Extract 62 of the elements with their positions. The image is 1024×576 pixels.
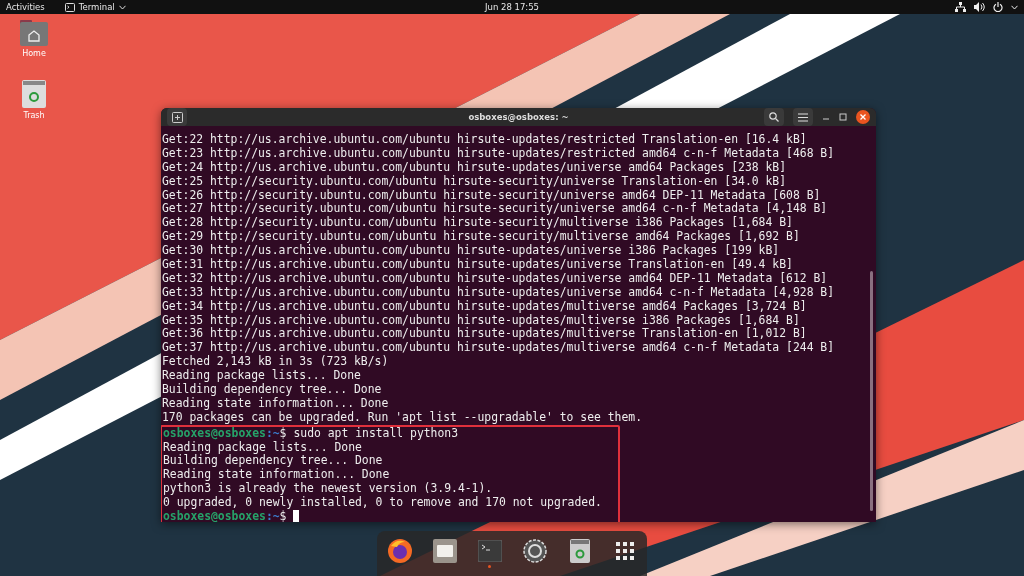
output-line: Get:28 http://security.ubuntu.com/ubuntu hirsute-security/multiverse i386 Packages [1,684 B] <box>162 215 793 230</box>
app-grid-icon[interactable] <box>615 541 634 560</box>
prompt-symbol: $ <box>279 425 287 440</box>
terminal-icon[interactable] <box>477 539 502 562</box>
window-title: osboxes@osboxes: ~ <box>468 112 569 122</box>
output-line: Get:36 http://us.archive.ubuntu.com/ubuntu hirsute-updates/multiverse Translation-en [1,012 B] <box>162 326 807 341</box>
search-button[interactable] <box>764 108 784 126</box>
output-line: Get:35 http://us.archive.ubuntu.com/ubuntu hirsute-updates/multiverse i386 Packages [1,684 B] <box>162 312 800 327</box>
running-indicator <box>488 564 491 568</box>
prompt-path: :~ <box>265 425 280 440</box>
close-icon[interactable] <box>856 110 870 124</box>
output-line: Get:26 http://security.ubuntu.com/ubuntu hirsute-security/universe amd64 DEP-11 Metadata [608 B] <box>162 187 821 202</box>
output-line: Get:27 http://security.ubuntu.com/ubuntu hirsute-security/universe amd64 c-n-f Metadata [4,148 B] <box>162 201 828 216</box>
output-line: Get:23 http://us.archive.ubuntu.com/ubuntu hirsute-updates/restricted amd64 c-n-f Metadata [468 B] <box>162 145 835 160</box>
caret-icon <box>118 4 126 10</box>
prompt-path: :~ <box>265 509 280 522</box>
prompt-symbol: $ <box>279 509 287 522</box>
prompt-user: osboxes@osboxes <box>163 425 266 440</box>
command-text: sudo apt install python3 <box>293 425 459 440</box>
output-line: Get:32 http://us.archive.ubuntu.com/ubuntu hirsute-updates/universe amd64 DEP-11 Metadata [612 B] <box>162 270 828 285</box>
output-line: Get:31 http://us.archive.ubuntu.com/ubuntu hirsute-updates/universe Translation-en [49.4 kB] <box>162 257 793 271</box>
folder-icon[interactable] <box>432 538 457 563</box>
desktop-icon-label[interactable]: Home <box>22 49 46 58</box>
menu-icon <box>798 112 808 122</box>
menu-button[interactable] <box>793 108 813 126</box>
output-line: Building dependency tree... Done <box>162 382 382 397</box>
power-icon[interactable] <box>993 2 1003 12</box>
desktop-icon-label[interactable]: Trash <box>23 111 45 120</box>
output-line: Get:24 http://us.archive.ubuntu.com/ubuntu hirsute-updates/universe amd64 Packages [238 kB] <box>162 159 787 174</box>
output-line: Get:29 http://security.ubuntu.com/ubuntu hirsute-security/multiverse amd64 Packages [1,692 B] <box>162 229 800 244</box>
new-tab-button[interactable] <box>167 108 187 126</box>
new-tab-icon <box>171 111 183 123</box>
output-line: Reading package lists... Done <box>162 368 361 383</box>
output-line: Get:25 http://security.ubuntu.com/ubuntu hirsute-security/universe Translation-en [34.0 kB] <box>162 173 787 188</box>
search-icon <box>769 112 779 122</box>
network-icon[interactable] <box>955 2 966 12</box>
output-line: 0 upgraded, 0 newly installed, 0 to remove and 170 not upgraded. <box>163 495 602 510</box>
output-line: python3 is already the newest version (3.9.4-1). <box>163 481 493 496</box>
terminal-icon <box>64 2 75 12</box>
output-line: Fetched 2,143 kB in 3s (723 kB/s) <box>162 354 389 369</box>
output-line: Reading package lists... Done <box>163 439 362 454</box>
output-line: Reading state information... Done <box>163 467 390 482</box>
output-line: Get:22 http://us.archive.ubuntu.com/ubuntu hirsute-updates/restricted Translation-en [16.4 kB] <box>162 132 807 146</box>
browser-icon[interactable] <box>386 537 413 564</box>
app-menu[interactable]: Terminal <box>64 2 126 12</box>
output-line: Get:30 http://us.archive.ubuntu.com/ubuntu hirsute-updates/universe i386 Packages [199 kB] <box>162 243 780 258</box>
output-line: Building dependency tree... Done <box>163 453 383 468</box>
maximize-icon[interactable] <box>839 113 847 121</box>
output-line: Get:37 http://us.archive.ubuntu.com/ubuntu hirsute-updates/multiverse amd64 c-n-f Metadata [244 B] <box>162 340 835 355</box>
home-folder-icon[interactable] <box>20 20 48 46</box>
gear-icon[interactable] <box>522 538 547 563</box>
prompt-user: osboxes@osboxes <box>163 509 266 522</box>
clock[interactable]: Jun 28 17:55 <box>485 2 539 12</box>
output-line: 170 packages can be upgraded. Run 'apt list --upgradable' to see them. <box>162 409 643 424</box>
text-cursor <box>293 510 300 522</box>
activities-button[interactable]: Activities <box>6 2 45 12</box>
output-line: Get:33 http://us.archive.ubuntu.com/ubuntu hirsute-updates/universe amd64 c-n-f Metadata [4,928 B] <box>162 284 835 299</box>
volume-icon[interactable] <box>974 2 985 12</box>
output-line: Reading state information... Done <box>162 395 389 410</box>
caret-icon[interactable] <box>1011 4 1018 10</box>
trash-icon[interactable] <box>569 538 590 563</box>
output-line: Get:34 http://us.archive.ubuntu.com/ubuntu hirsute-updates/multiverse amd64 Packages [3,724 B] <box>162 298 807 313</box>
